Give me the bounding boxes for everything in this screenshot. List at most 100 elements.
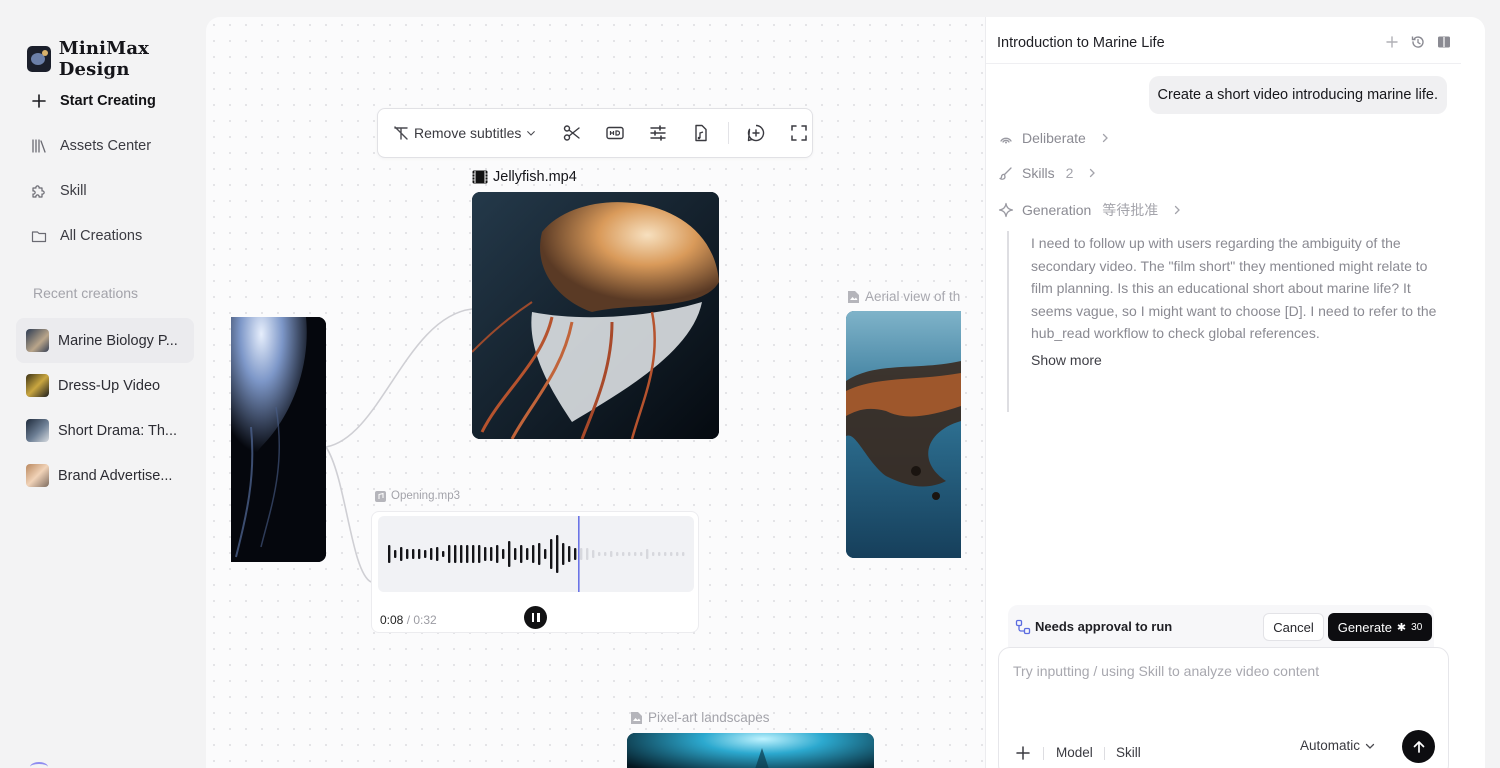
waveform-bar bbox=[574, 548, 577, 560]
recent-item-title: Marine Biology P... bbox=[58, 332, 178, 349]
audio-waveform[interactable] bbox=[378, 516, 694, 592]
waveform-bar bbox=[496, 545, 499, 563]
hd-button[interactable] bbox=[604, 122, 626, 144]
waveform-bar bbox=[388, 545, 391, 563]
chat-panel: Introduction to Marine Life Create a sho… bbox=[985, 17, 1485, 768]
waveform-bar bbox=[592, 550, 595, 558]
brand[interactable]: MiniMax Design bbox=[27, 38, 206, 80]
nav-all-creations[interactable]: All Creations bbox=[18, 213, 196, 258]
recent-thumbnail bbox=[26, 464, 49, 487]
waveform-bar bbox=[628, 552, 631, 556]
waveform-bar bbox=[532, 545, 535, 563]
pause-button[interactable] bbox=[524, 606, 547, 629]
waveform-bar bbox=[634, 552, 637, 556]
mode-dropdown[interactable]: Automatic bbox=[1300, 738, 1375, 753]
new-chat-icon[interactable] bbox=[1384, 34, 1400, 50]
history-icon[interactable] bbox=[1410, 34, 1426, 50]
recent-item[interactable]: Brand Advertise... bbox=[16, 453, 194, 498]
cut-button[interactable] bbox=[561, 122, 583, 144]
waveform-bar bbox=[514, 548, 517, 560]
skill-selector[interactable]: Skill bbox=[1116, 745, 1141, 760]
step-skills-label: Skills bbox=[1022, 165, 1055, 181]
nav-start-creating-label: Start Creating bbox=[60, 92, 156, 109]
audio-node-label: Opening.mp3 bbox=[375, 490, 460, 502]
recent-item[interactable]: Dress-Up Video bbox=[16, 363, 194, 408]
pixel-filename: Pixel-art landscapes bbox=[648, 710, 770, 725]
step-generation[interactable]: Generation 等待批准 bbox=[998, 200, 1182, 220]
jellyfish-video-thumbnail[interactable] bbox=[472, 192, 719, 439]
waveform-bar bbox=[406, 549, 409, 559]
add-comment-button[interactable] bbox=[745, 122, 767, 144]
folder-icon bbox=[31, 230, 47, 242]
waveform-bar bbox=[436, 547, 439, 561]
message-composer: Model Skill Automatic bbox=[998, 647, 1449, 768]
recent-item[interactable]: Short Drama: Th... bbox=[16, 408, 194, 453]
sliders-icon bbox=[650, 125, 667, 141]
connector-line bbox=[325, 308, 473, 448]
waveform-bar bbox=[580, 548, 583, 560]
recent-thumbnail bbox=[26, 329, 49, 352]
attach-button[interactable] bbox=[1012, 742, 1034, 764]
step-skills[interactable]: Skills 2 bbox=[998, 165, 1097, 181]
cancel-button[interactable]: Cancel bbox=[1263, 613, 1324, 641]
nav-start-creating[interactable]: Start Creating bbox=[18, 78, 196, 123]
expand-icon bbox=[791, 125, 808, 141]
waveform-bar bbox=[424, 550, 427, 558]
waveform-bar bbox=[550, 539, 553, 569]
jellyfish-left-thumbnail[interactable] bbox=[231, 317, 326, 562]
recent-item[interactable]: Marine Biology P... bbox=[16, 318, 194, 363]
playhead[interactable] bbox=[578, 516, 580, 592]
recent-item-title: Brand Advertise... bbox=[58, 467, 173, 484]
step-generation-label: Generation bbox=[1022, 202, 1092, 218]
arrow-up-icon bbox=[1413, 740, 1424, 753]
waveform-bar bbox=[652, 552, 655, 556]
recent-item-title: Dress-Up Video bbox=[58, 377, 161, 394]
plus-icon bbox=[32, 93, 46, 108]
toolbar-divider bbox=[728, 122, 730, 144]
library-icon bbox=[32, 138, 46, 153]
aerial-image-thumbnail[interactable] bbox=[846, 311, 961, 558]
nav-skill[interactable]: Skill bbox=[18, 168, 196, 213]
model-selector[interactable]: Model bbox=[1056, 745, 1093, 760]
audio-current-time: 0:08 bbox=[380, 613, 404, 627]
message-input[interactable] bbox=[1013, 663, 1413, 679]
panel-actions bbox=[1384, 34, 1452, 50]
panel-layout-icon[interactable] bbox=[1436, 34, 1452, 50]
panel-divider bbox=[986, 63, 1461, 64]
generate-label: Generate bbox=[1337, 619, 1392, 635]
generate-button[interactable]: Generate ✱ 30 bbox=[1328, 613, 1432, 641]
audio-filename: Opening.mp3 bbox=[391, 490, 461, 502]
user-avatar[interactable] bbox=[30, 762, 48, 768]
audio-file-button[interactable] bbox=[690, 122, 712, 144]
jellyfish-filename: Jellyfish.mp4 bbox=[493, 169, 577, 185]
waveform-bar bbox=[646, 549, 649, 559]
audio-time-separator: / bbox=[403, 613, 414, 627]
music-file-icon bbox=[375, 490, 386, 502]
nav-assets-center[interactable]: Assets Center bbox=[18, 123, 196, 168]
workflow-icon bbox=[1015, 619, 1031, 635]
fullscreen-button[interactable] bbox=[788, 122, 810, 144]
pause-icon bbox=[537, 613, 540, 622]
remove-subtitles-button[interactable]: Remove subtitles bbox=[392, 124, 537, 142]
waveform-bar bbox=[418, 549, 421, 559]
pixel-art-image bbox=[627, 733, 874, 768]
waveform-bars bbox=[388, 516, 685, 592]
step-deliberate[interactable]: Deliberate bbox=[998, 130, 1110, 146]
jellyfish-node-label: Jellyfish.mp4 bbox=[472, 169, 577, 185]
waveform-bar bbox=[562, 543, 565, 565]
show-more-link[interactable]: Show more bbox=[1031, 352, 1102, 368]
pixel-art-thumbnail[interactable] bbox=[627, 733, 874, 768]
main-nav: Start Creating Assets Center Skill All C… bbox=[18, 78, 196, 258]
nav-all-creations-label: All Creations bbox=[60, 227, 143, 244]
brush-icon bbox=[999, 167, 1012, 180]
aerial-filename: Aerial view of th bbox=[865, 289, 961, 304]
remove-subtitles-label: Remove subtitles bbox=[414, 125, 522, 141]
workflow-canvas[interactable]: Remove subtitles Jellyfish.mp4 Aerial vi… bbox=[206, 17, 985, 768]
waveform-bar bbox=[472, 545, 475, 563]
send-button[interactable] bbox=[1402, 730, 1435, 763]
pixel-node-label: Pixel-art landscapes bbox=[630, 710, 770, 725]
approval-text: Needs approval to run bbox=[1035, 619, 1173, 634]
waveform-bar bbox=[448, 545, 451, 563]
file-image-icon bbox=[848, 290, 859, 303]
adjust-button[interactable] bbox=[647, 122, 669, 144]
